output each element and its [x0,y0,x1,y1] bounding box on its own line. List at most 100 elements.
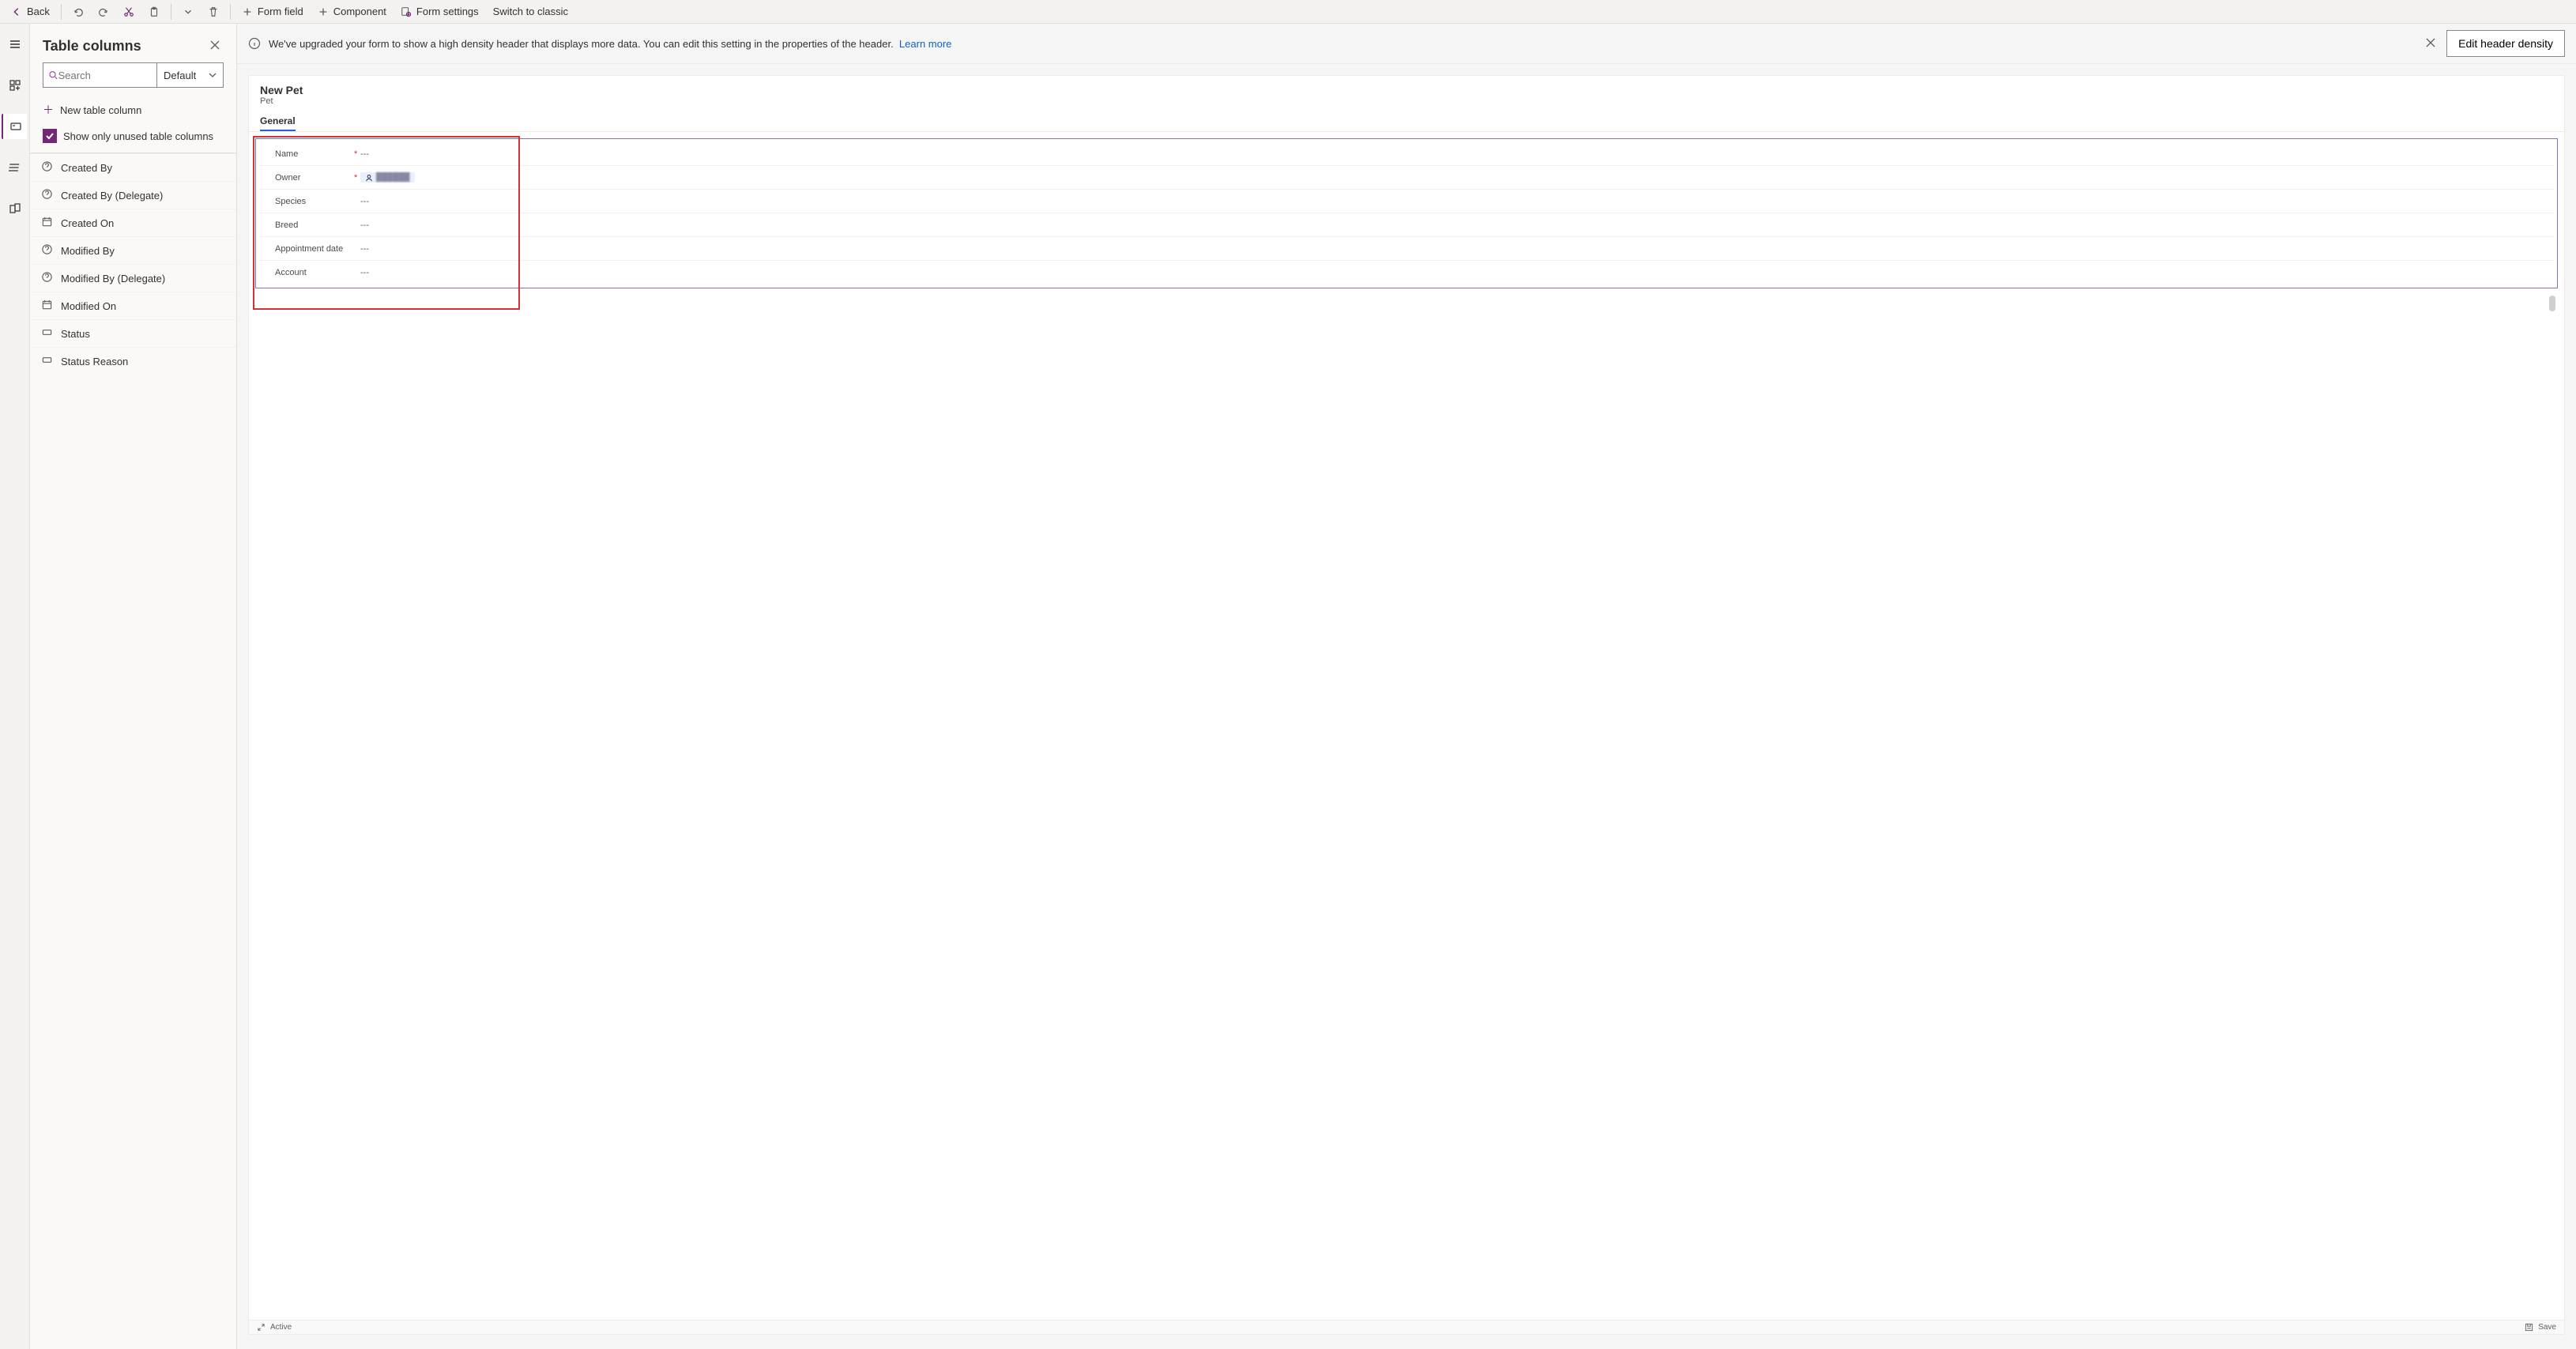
column-label: Created By [61,162,112,174]
form-canvas[interactable]: New Pet Pet General Name*---Owner*██████… [248,75,2565,1335]
column-type-icon [41,271,53,285]
form-field-row[interactable]: Species --- [259,190,2554,213]
column-item[interactable]: Status Reason [30,347,236,375]
undo-button[interactable] [66,2,90,22]
form-section[interactable]: Name*---Owner*██████Species---Breed---Ap… [255,138,2558,288]
owner-chip: ██████ [360,172,415,183]
filter-label: Default [164,70,196,81]
required-indicator: * [354,173,360,183]
column-item[interactable]: Modified By [30,236,236,264]
table-columns-panel: Table columns Default ＋ New table column… [30,24,237,1349]
column-item[interactable]: Status [30,319,236,347]
field-label: Name [275,149,354,159]
form-field-row[interactable]: Name*--- [259,142,2554,166]
status-save: Save [2538,1323,2556,1332]
command-bar: Back Form field Component Form settings … [0,0,2576,24]
form-settings-button[interactable]: Form settings [394,2,485,22]
column-item[interactable]: Modified On [30,292,236,319]
delete-button[interactable] [201,2,225,22]
status-state: Active [270,1323,292,1332]
left-rail [0,24,30,1349]
field-value: --- [360,197,369,206]
back-button[interactable]: Back [5,2,56,22]
field-label: Breed [275,220,354,230]
required-indicator: * [354,149,360,159]
column-label: Created On [61,217,114,229]
form-field-row[interactable]: Owner*██████ [259,166,2554,190]
redo-button[interactable] [92,2,115,22]
form-field-label: Form field [258,6,303,17]
add-form-field-button[interactable]: Form field [235,2,310,22]
plus-icon: ＋ [43,102,54,118]
switch-classic-button[interactable]: Switch to classic [487,2,574,22]
component-label: Component [333,6,386,17]
column-type-icon [41,354,53,368]
rail-menu-button[interactable] [2,32,28,57]
search-input[interactable] [58,70,152,81]
rail-components-button[interactable] [2,73,28,98]
field-label: Account [275,268,354,277]
separator [230,4,231,20]
form-field-row[interactable]: Appointment date --- [259,237,2554,261]
field-value: --- [360,268,369,277]
more-paste-button[interactable] [176,2,200,22]
column-type-icon [41,160,53,175]
column-label: Status Reason [61,356,128,367]
column-item[interactable]: Created By (Delegate) [30,181,236,209]
learn-more-link[interactable]: Learn more [899,38,951,50]
back-label: Back [27,6,50,17]
field-value: --- [360,149,369,159]
dismiss-notice-button[interactable] [2423,35,2439,53]
new-table-column-button[interactable]: ＋ New table column [30,96,236,124]
column-type-icon [41,299,53,313]
new-column-label: New table column [60,104,141,116]
form-field-row[interactable]: Breed --- [259,213,2554,237]
scrollbar[interactable] [2549,296,2555,311]
form-settings-label: Form settings [416,6,479,17]
info-icon [248,37,261,50]
field-value: --- [360,244,369,254]
column-type-icon [41,216,53,230]
panel-title: Table columns [43,38,141,55]
rail-table-columns-button[interactable] [2,114,27,139]
form-entity: Pet [260,96,2553,106]
column-list: Created By Created By (Delegate) Created O… [30,153,236,1349]
save-icon[interactable] [2525,1323,2533,1332]
tab-general[interactable]: General [260,112,296,131]
expand-icon[interactable] [257,1323,266,1332]
show-unused-checkbox[interactable] [43,129,57,143]
column-label: Created By (Delegate) [61,190,163,202]
search-input-wrapper[interactable] [43,62,157,88]
field-label: Appointment date [275,244,354,254]
filter-dropdown[interactable]: Default [157,62,224,88]
edit-header-density-button[interactable]: Edit header density [2446,30,2565,57]
close-panel-button[interactable] [206,36,224,56]
check-icon [45,131,55,141]
add-component-button[interactable]: Component [311,2,393,22]
column-label: Modified By [61,245,115,257]
field-label: Owner [275,173,354,183]
notice-text: We've upgraded your form to show a high … [269,38,2407,50]
paste-button[interactable] [142,2,166,22]
field-value: --- [360,220,369,230]
form-field-row[interactable]: Account --- [259,261,2554,284]
column-item[interactable]: Created On [30,209,236,236]
cut-button[interactable] [117,2,141,22]
form-status-bar: Active Save [249,1320,2564,1334]
column-item[interactable]: Created By [30,154,236,181]
column-label: Modified On [61,300,116,312]
rail-tree-button[interactable] [2,155,28,180]
column-item[interactable]: Modified By (Delegate) [30,264,236,292]
column-type-icon [41,326,53,341]
show-unused-label: Show only unused table columns [63,130,213,142]
column-type-icon [41,243,53,258]
search-icon [48,70,58,81]
form-title: New Pet [260,84,2553,96]
separator [61,4,62,20]
switch-classic-label: Switch to classic [493,6,568,17]
person-icon [365,174,373,182]
rail-library-button[interactable] [2,196,28,221]
notice-bar: We've upgraded your form to show a high … [237,24,2576,64]
canvas-area: We've upgraded your form to show a high … [237,24,2576,1349]
field-label: Species [275,197,354,206]
